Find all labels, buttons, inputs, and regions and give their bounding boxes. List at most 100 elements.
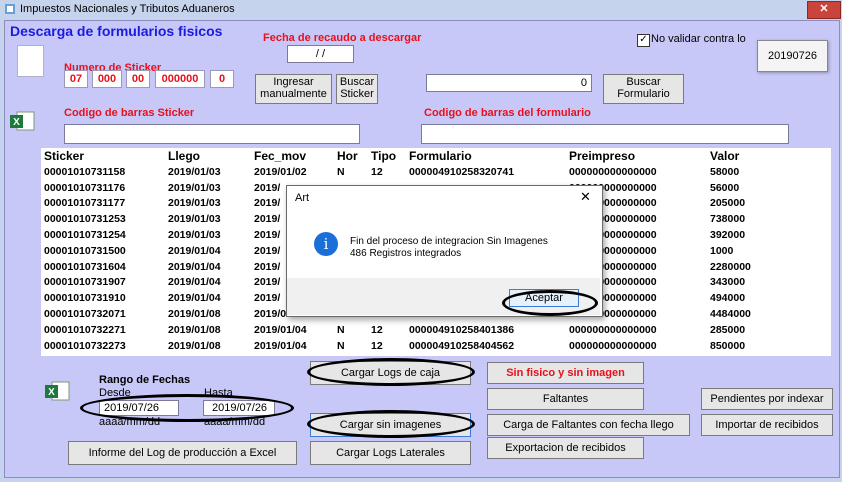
table-cell: 58000 — [710, 165, 740, 178]
importar-button[interactable]: Importar de recibidos — [701, 414, 833, 436]
table-cell: 000000000000000 — [569, 339, 657, 352]
svg-text:X: X — [13, 117, 20, 128]
table-cell: 2019/01/04 — [168, 260, 221, 273]
carga-faltantes-button[interactable]: Carga de Faltantes con fecha llego — [487, 414, 690, 436]
rango-title: Rango de Fechas — [99, 374, 191, 386]
table-cell: 2019/01/04 — [254, 339, 307, 352]
col-hor[interactable]: Hor — [334, 148, 368, 164]
dialog-line-1: Fin del proceso de integracion Sin Image… — [350, 236, 548, 247]
table-cell: 000004910258401386 — [409, 323, 515, 336]
buscar-formulario-button[interactable]: Buscar Formulario — [603, 74, 684, 104]
table-cell: 00001010732071 — [44, 308, 126, 321]
table-cell: 2019/01/03 — [168, 229, 221, 242]
table-cell: 000000000000000 — [569, 323, 657, 336]
col-fec-mov[interactable]: Fec_mov — [251, 148, 334, 164]
col-valor[interactable]: Valor — [707, 148, 793, 164]
table-row[interactable]: 00001010731158 2019/01/03 2019/01/02 N 12 000… — [41, 164, 793, 180]
buscar-sticker-button[interactable]: Buscar Sticker — [336, 74, 378, 104]
app-window: Impuestos Nacionales y Tributos Aduanero… — [0, 0, 842, 482]
sticker-seg-2[interactable]: 000 — [92, 70, 122, 88]
highlight-cargar-logs — [307, 358, 475, 386]
table-cell: 2019/01/03 — [168, 181, 221, 194]
table-cell: N — [337, 339, 345, 352]
fecha-recaudo-label: Fecha de recaudo a descargar — [263, 32, 422, 44]
excel-icon[interactable]: X — [9, 110, 35, 132]
informe-excel-button[interactable]: Informe del Log de producción a Excel — [68, 441, 297, 465]
table-cell: 00001010731500 — [44, 244, 126, 257]
table-cell: 285000 — [710, 323, 746, 336]
table-cell: 1000 — [710, 244, 734, 257]
table-cell: 12 — [371, 165, 383, 178]
table-cell: 56000 — [710, 181, 740, 194]
formulario-input[interactable]: 0 — [426, 74, 592, 92]
sticker-seg-3[interactable]: 00 — [126, 70, 150, 88]
col-sticker[interactable]: Sticker — [41, 148, 165, 164]
table-cell: 2019/01/08 — [168, 308, 221, 321]
table-cell: 00001010732271 — [44, 323, 126, 336]
table-cell: 000004910258320741 — [409, 165, 515, 178]
faltantes-button[interactable]: Faltantes — [487, 388, 644, 410]
table-cell: 00001010731254 — [44, 229, 126, 242]
table-cell: 2019/01/08 — [168, 323, 221, 336]
window-close-button[interactable]: ✕ — [807, 1, 841, 19]
table-cell: 2280000 — [710, 260, 751, 273]
table-cell: 00001010731253 — [44, 213, 126, 226]
no-validar-label: No validar contra lo — [651, 33, 746, 45]
title-bar: Impuestos Nacionales y Tributos Aduanero… — [0, 0, 842, 19]
table-cell: 4484000 — [710, 308, 751, 321]
dialog-title: Art — [295, 192, 310, 204]
table-cell: 000000000000000 — [569, 165, 657, 178]
highlight-aceptar — [502, 290, 598, 316]
dialog-close-button[interactable]: ✕ — [580, 189, 591, 205]
codigo-formulario-input[interactable] — [421, 124, 789, 144]
table-cell: 00001010731177 — [44, 197, 126, 210]
exportacion-button[interactable]: Exportacion de recibidos — [487, 437, 644, 459]
sticker-seg-4[interactable]: 000000 — [155, 70, 205, 88]
table-cell: 494000 — [710, 292, 746, 305]
codigo-sticker-label: Codigo de barras Sticker — [64, 107, 195, 119]
table-cell: 12 — [371, 323, 383, 336]
col-llego[interactable]: Llego — [165, 148, 251, 164]
table-cell: 00001010731176 — [44, 181, 126, 194]
table-cell: 738000 — [710, 213, 746, 226]
blank-box — [17, 45, 44, 77]
app-icon — [5, 4, 15, 14]
ingresar-manualmente-button[interactable]: Ingresar manualmente — [255, 74, 332, 104]
col-formulario[interactable]: Formulario — [406, 148, 566, 164]
col-preimpreso[interactable]: Preimpreso — [566, 148, 707, 164]
col-tipo[interactable]: Tipo — [368, 148, 406, 164]
info-icon: i — [314, 232, 338, 256]
no-validar-checkbox[interactable]: ✓ — [637, 34, 650, 47]
highlight-fechas — [80, 394, 294, 422]
svg-text:X: X — [48, 387, 55, 398]
table-cell: 000004910258404562 — [409, 339, 515, 352]
table-cell: 12 — [371, 339, 383, 352]
table-cell: 00001010732273 — [44, 339, 126, 352]
date-tooltip: 20190726 — [757, 40, 828, 72]
table-cell: 343000 — [710, 276, 746, 289]
sin-fisico-button[interactable]: Sin fisico y sin imagen — [487, 362, 644, 384]
grid-header: Sticker Llego Fec_mov Hor Tipo Formulari… — [41, 148, 793, 164]
sticker-seg-5[interactable]: 0 — [210, 70, 234, 88]
table-cell: N — [337, 323, 345, 336]
table-cell: 2019/01/02 — [254, 165, 307, 178]
codigo-formulario-label: Codigo de barras del formulario — [424, 107, 591, 119]
table-cell: 00001010731910 — [44, 292, 126, 305]
fecha-recaudo-input[interactable]: / / — [287, 45, 354, 63]
table-cell: 00001010731604 — [44, 260, 126, 273]
table-cell: 205000 — [710, 197, 746, 210]
sticker-seg-1[interactable]: 07 — [64, 70, 88, 88]
table-cell: 00001010731158 — [44, 165, 126, 178]
codigo-sticker-input[interactable] — [64, 124, 360, 144]
pendientes-button[interactable]: Pendientes por indexar — [701, 388, 833, 410]
table-row[interactable]: 00001010732273 2019/01/08 2019/01/04 N 12 000… — [41, 338, 793, 354]
table-cell: 2019/01/04 — [168, 292, 221, 305]
table-cell: 2019/01/03 — [168, 213, 221, 226]
table-cell: N — [337, 165, 345, 178]
page-title: Descarga de formularios fisicos — [10, 23, 223, 39]
cargar-logs-laterales-button[interactable]: Cargar Logs Laterales — [310, 441, 471, 465]
dialog-line-2: 486 Registros integrados — [350, 248, 462, 259]
highlight-sin-imagenes — [307, 410, 475, 438]
excel-icon-rango[interactable]: X — [44, 380, 70, 402]
table-row[interactable]: 00001010732271 2019/01/08 2019/01/04 N 12 000… — [41, 322, 793, 338]
